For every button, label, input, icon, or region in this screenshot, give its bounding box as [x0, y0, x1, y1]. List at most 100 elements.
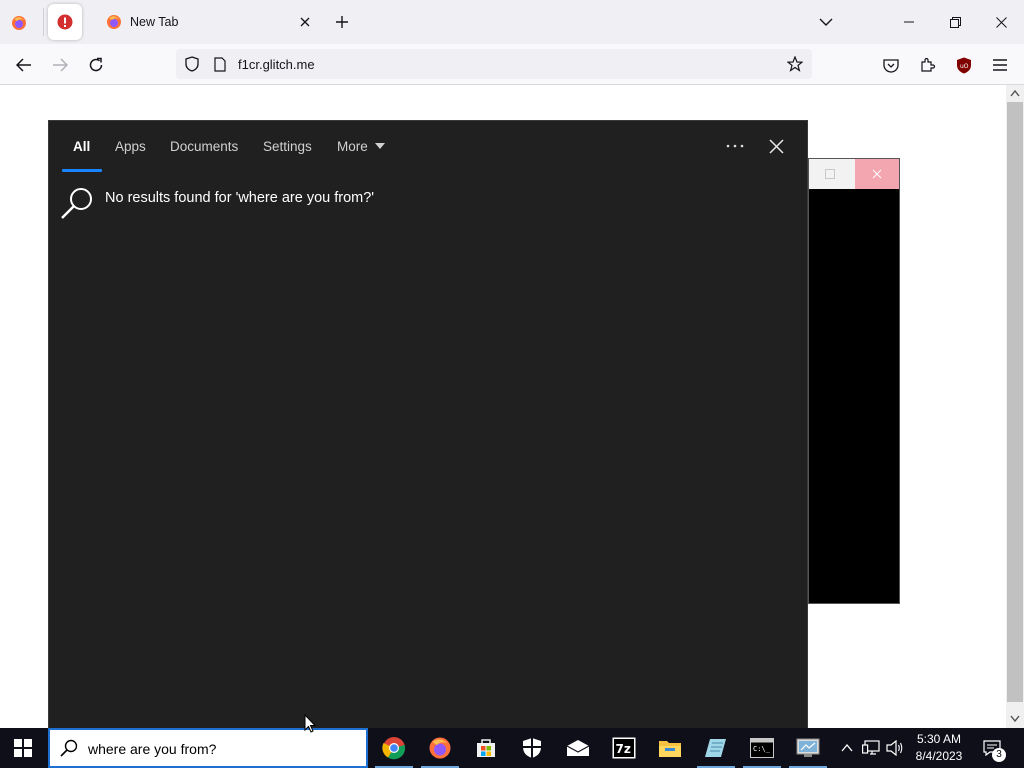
minimize-icon [904, 21, 914, 23]
notepad-icon [705, 739, 726, 757]
search-close-button[interactable] [763, 133, 789, 159]
close-icon [768, 138, 784, 154]
taskbar-search-box[interactable]: where are you from? [48, 728, 368, 768]
browser-tab-bar: New Tab [0, 0, 1024, 44]
search-options-button[interactable] [721, 135, 749, 157]
pocket-icon [883, 58, 899, 73]
taskbar-clock[interactable]: 5:30 AM 8/4/2023 [906, 731, 972, 765]
list-all-tabs-button[interactable] [814, 10, 838, 34]
chevron-down-icon [819, 18, 833, 26]
firefox-view-tab[interactable] [2, 6, 36, 40]
scroll-down-icon[interactable] [1010, 715, 1020, 723]
windows-taskbar: where are you from? 7z C:\_ 5:30 AM 8/4/… [0, 728, 1024, 768]
clock-time: 5:30 AM [916, 732, 962, 746]
defender-icon [523, 738, 541, 758]
taskbar-mail[interactable] [555, 728, 601, 768]
minimize-button[interactable] [886, 6, 932, 38]
taskbar-firefox[interactable] [417, 728, 463, 768]
ublock-icon: uO [957, 57, 971, 73]
taskbar-terminal[interactable]: C:\_ [739, 728, 785, 768]
plus-icon [336, 16, 348, 28]
taskbar-chrome[interactable] [371, 728, 417, 768]
ellipsis-icon [726, 144, 744, 148]
reload-icon [89, 57, 103, 72]
svg-text:7z: 7z [616, 742, 631, 756]
search-magnifier-icon [59, 185, 95, 221]
close-icon [300, 17, 310, 27]
control-panel-icon [796, 738, 820, 757]
volume-icon [886, 740, 903, 756]
network-button[interactable] [861, 738, 881, 758]
magnifier-icon [61, 188, 92, 219]
new-tab-button[interactable] [330, 10, 354, 34]
taskbar-defender[interactable] [509, 728, 555, 768]
tab-label: New Tab [130, 15, 179, 29]
start-button[interactable] [0, 728, 46, 768]
forward-button[interactable] [46, 51, 74, 79]
close-tab-button[interactable] [296, 13, 314, 31]
network-icon [862, 740, 880, 755]
close-icon [872, 169, 882, 179]
extensions-button[interactable] [917, 54, 939, 76]
caret-down-icon [374, 143, 385, 149]
more-label: More [337, 139, 368, 154]
notification-count-badge: 3 [992, 748, 1006, 762]
volume-button[interactable] [885, 738, 905, 758]
close-icon [995, 16, 1007, 28]
page-icon [214, 56, 226, 72]
ublock-origin-button[interactable]: uO [953, 54, 975, 76]
search-tab-apps[interactable]: Apps [115, 139, 146, 154]
browser-nav-bar: f1cr.glitch.me uO [0, 44, 1024, 85]
terminal-icon: C:\_ [750, 738, 774, 758]
no-results-message: No results found for 'where are you from… [105, 190, 375, 206]
reload-button[interactable] [82, 51, 110, 79]
search-input[interactable]: where are you from? [88, 741, 216, 757]
arrow-right-icon [53, 58, 68, 72]
restore-button[interactable] [932, 6, 978, 38]
search-tab-settings[interactable]: Settings [263, 139, 312, 154]
close-window-button[interactable] [978, 6, 1024, 38]
tab-warning[interactable] [48, 4, 82, 40]
app-menu-button[interactable] [989, 54, 1011, 76]
window-titlebar[interactable] [809, 159, 899, 189]
mail-icon [566, 740, 590, 756]
bookmark-star-button[interactable] [786, 55, 804, 73]
store-icon [477, 739, 495, 757]
search-tab-more[interactable]: More [337, 139, 385, 154]
show-hidden-icons-button[interactable] [838, 738, 856, 758]
taskbar-file-explorer[interactable] [647, 728, 693, 768]
search-tab-all[interactable]: All [73, 139, 90, 154]
url-bar[interactable]: f1cr.glitch.me [176, 49, 812, 79]
chrome-icon [382, 737, 406, 760]
search-icon [60, 739, 78, 757]
scroll-up-icon[interactable] [1010, 89, 1020, 97]
taskbar-control-panel[interactable] [785, 728, 831, 768]
tab-new-tab[interactable]: New Tab [98, 6, 320, 38]
star-icon [787, 56, 803, 72]
warning-icon [57, 14, 73, 30]
page-info-icon[interactable] [212, 56, 228, 72]
pocket-button[interactable] [880, 54, 902, 76]
window-close-button[interactable] [855, 159, 899, 189]
maximize-icon[interactable] [825, 169, 835, 179]
taskbar-store[interactable] [463, 728, 509, 768]
page-scrollbar[interactable] [1006, 85, 1024, 728]
taskbar-7zip[interactable]: 7z [601, 728, 647, 768]
back-button[interactable] [10, 51, 38, 79]
background-console-window[interactable] [808, 158, 900, 604]
7zip-icon: 7z [612, 737, 636, 759]
firefox-icon [107, 15, 121, 29]
mouse-cursor-icon [304, 714, 316, 733]
tracking-protection-icon[interactable] [184, 56, 200, 72]
scrollbar-thumb[interactable] [1007, 102, 1023, 702]
firefox-icon [12, 16, 26, 30]
tab-separator [43, 8, 44, 36]
svg-text:uO: uO [960, 63, 969, 70]
file-explorer-icon [659, 741, 681, 757]
firefox-icon [429, 737, 451, 759]
url-text[interactable]: f1cr.glitch.me [238, 57, 315, 72]
clock-date: 8/4/2023 [915, 749, 963, 763]
taskbar-notepad[interactable] [693, 728, 739, 768]
puzzle-icon [921, 57, 936, 72]
search-tab-documents[interactable]: Documents [170, 139, 238, 154]
